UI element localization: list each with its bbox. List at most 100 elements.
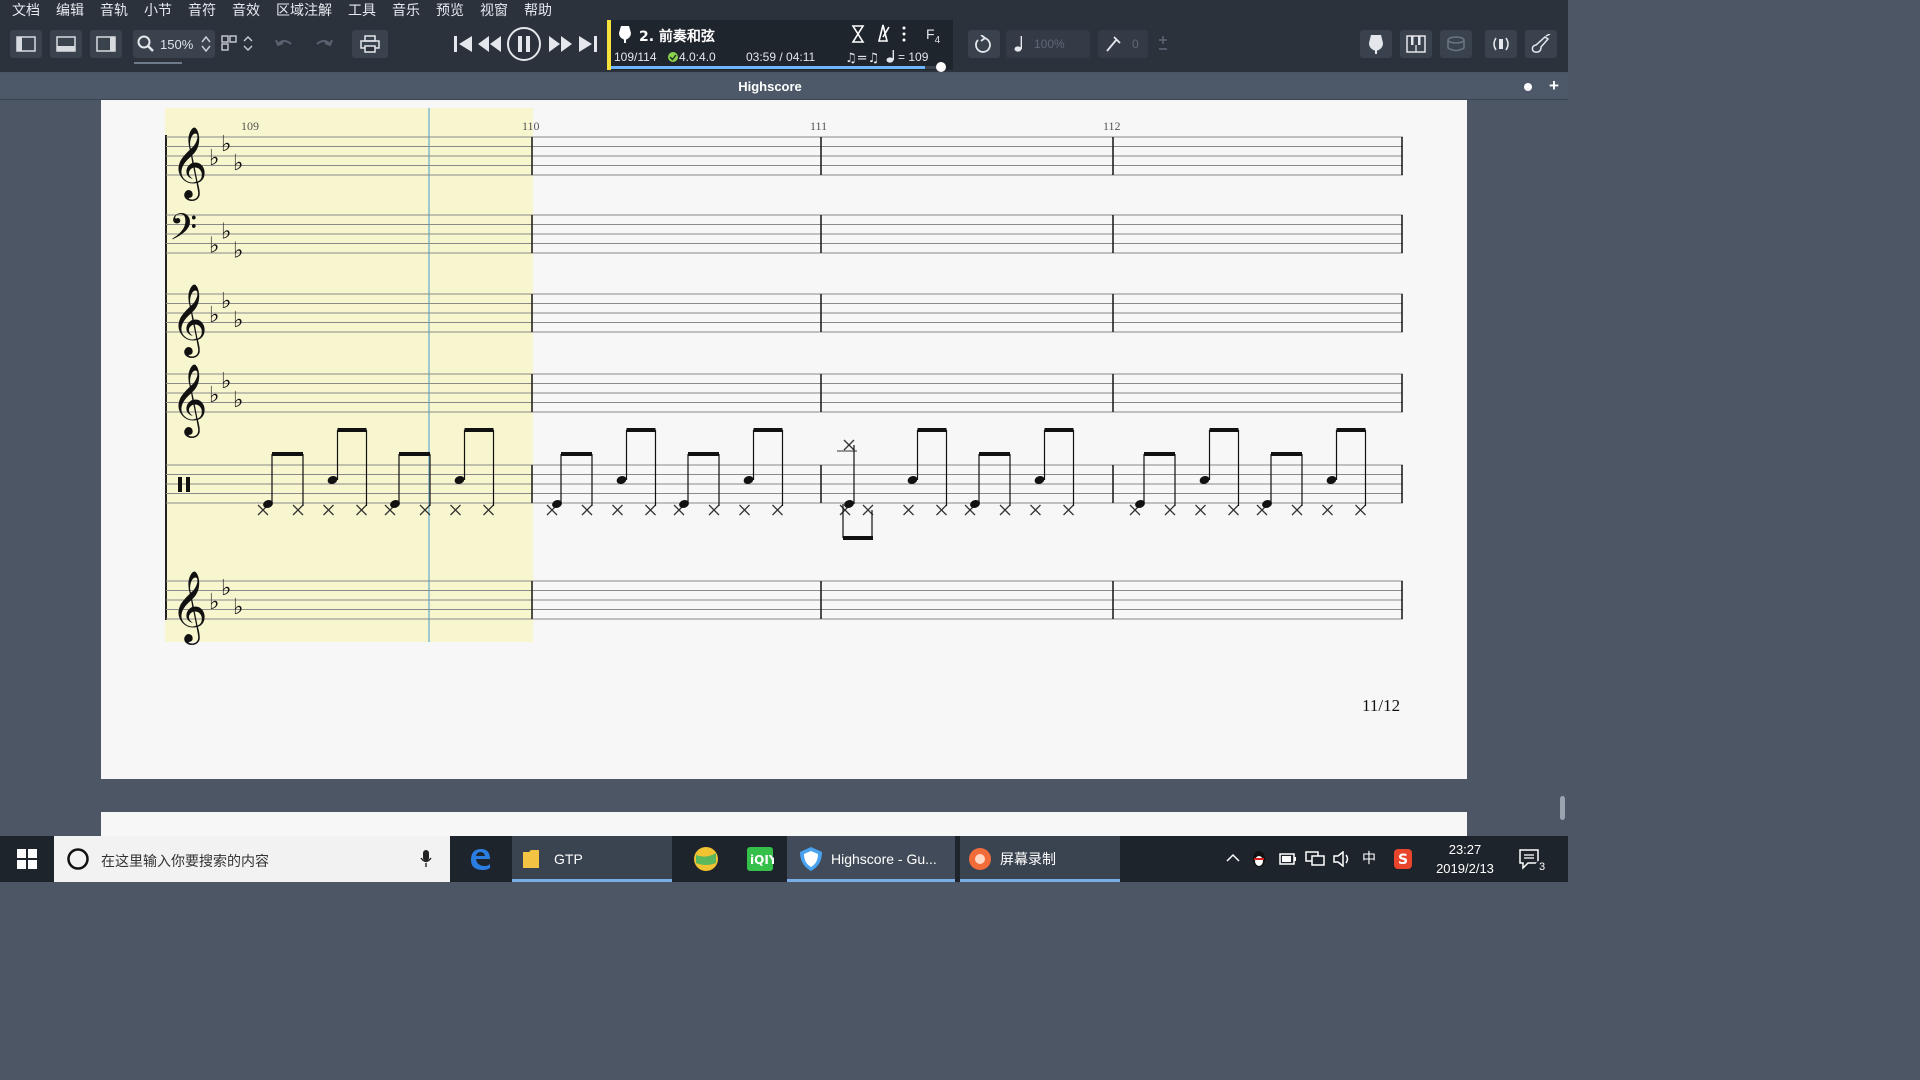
microphone-icon[interactable]	[420, 850, 432, 868]
track-instrument-icon	[619, 26, 631, 43]
cymbal-x-notehead	[645, 504, 656, 516]
cymbal-x-notehead	[739, 504, 750, 516]
menu-help[interactable]: 帮助	[516, 0, 560, 22]
note-beam	[561, 452, 592, 456]
taskbar-screen-recorder[interactable]: 屏幕录制	[960, 836, 1120, 882]
right-panel-toggle-button[interactable]	[90, 30, 122, 58]
windows-taskbar: 在这里输入你要搜索的内容 GTP iQIY Highscore - Gu... …	[0, 836, 1568, 882]
menu-view[interactable]: 预览	[428, 0, 472, 22]
next-score-page[interactable]	[101, 812, 1467, 836]
zoom-stepper-icon[interactable]	[201, 36, 211, 52]
cymbal-x-notehead	[1030, 504, 1041, 516]
drum-view-button[interactable]	[1440, 30, 1472, 58]
menu-note[interactable]: 音符	[180, 0, 224, 22]
system-clock[interactable]: 23:27 2019/2/13	[1426, 840, 1504, 878]
drum-beat-group	[903, 428, 948, 516]
cymbal-x-notehead	[1355, 504, 1366, 516]
lcd-display[interactable]: 2. 前奏和弦 F4 109/114 4.0:4.0 03:59 / 04:11…	[607, 20, 953, 72]
score-workspace[interactable]: 𝄞 ♭ ♭ ♭ 𝄢 ♭ ♭ ♭ 𝄞 ♭ ♭ ♭ 𝄞 ♭ ♭ ♭ 𝄞 ♭ ♭ ♭ 109 110 111 112 11/…	[0, 100, 1568, 836]
go-to-end-button[interactable]	[572, 30, 604, 58]
toolbar: 150% 2. 前奏和弦 F4 109/114 4.0:4.0 03:59 / …	[0, 20, 1568, 72]
triplet-feel-icon[interactable]: ♫=♫	[845, 50, 879, 64]
show-hidden-icons-icon[interactable]	[1226, 853, 1240, 863]
note-beam	[1336, 428, 1366, 432]
bottom-panel-toggle-button[interactable]	[50, 30, 82, 58]
menu-file[interactable]: 文档	[4, 0, 48, 22]
taskbar-app-ball[interactable]	[684, 836, 728, 882]
menu-effects[interactable]: 音效	[224, 0, 268, 22]
note-beam	[979, 452, 1010, 456]
song-progress-bar[interactable]	[611, 66, 941, 69]
taskbar-gtp-folder[interactable]: GTP	[512, 836, 672, 882]
zoom-control[interactable]: 150%	[133, 30, 215, 58]
score-notation[interactable]: 𝄞 ♭♭♭𝄢 ♭♭♭𝄞 ♭♭♭𝄞 ♭♭♭𝄞 ♭♭♭ 109 110 111 112	[101, 100, 1467, 779]
cymbal-x-notehead	[1228, 504, 1239, 516]
menu-bar-measure[interactable]: 小节	[136, 0, 180, 22]
page-layout-button[interactable]	[216, 30, 260, 58]
battery-icon[interactable]	[1279, 851, 1297, 867]
taskbar-iqiyi[interactable]: iQIY	[738, 836, 782, 882]
relative-speed-control[interactable]: 100%	[1006, 30, 1090, 58]
rewind-button[interactable]	[474, 30, 506, 58]
song-progress-handle[interactable]	[936, 62, 946, 72]
left-panel-toggle-button[interactable]	[10, 30, 42, 58]
drum-beat-group	[1322, 428, 1367, 516]
pause-button[interactable]	[506, 26, 542, 62]
more-options-icon[interactable]	[901, 26, 907, 42]
hourglass-icon[interactable]	[851, 25, 865, 43]
start-button[interactable]	[0, 836, 54, 882]
speed-percent: 100%	[1034, 37, 1065, 51]
page-layout-icon	[221, 35, 253, 51]
left-panel-icon	[16, 36, 36, 52]
page-number: 11/12	[1362, 696, 1401, 715]
vertical-scrollbar[interactable]	[1560, 796, 1565, 820]
notification-count: 3	[1535, 860, 1549, 874]
measure-number-110: 110	[522, 119, 540, 133]
menu-edit[interactable]: 编辑	[48, 0, 92, 22]
menu-track[interactable]: 音轨	[92, 0, 136, 22]
zoom-slider-track[interactable]	[134, 62, 182, 64]
cymbal-x-notehead	[581, 504, 593, 516]
drum-beat-group	[1195, 428, 1240, 516]
taskbar-edge[interactable]	[458, 836, 502, 882]
metronome-icon[interactable]	[875, 24, 891, 42]
menu-sound[interactable]: 音乐	[384, 0, 428, 22]
right-panel-icon	[96, 36, 116, 52]
piano-keyboard-icon	[1406, 35, 1426, 53]
undo-button[interactable]	[268, 30, 300, 58]
cymbal-x-notehead	[708, 504, 720, 516]
skip-to-end-icon	[579, 36, 597, 52]
live-view-button[interactable]	[1485, 30, 1517, 58]
print-button[interactable]	[352, 30, 388, 58]
bar-position: 109/114	[614, 50, 657, 64]
document-title[interactable]: Highscore	[0, 79, 1540, 94]
guitar-view-button[interactable]	[1525, 30, 1557, 58]
instrument-view-button[interactable]	[1360, 30, 1392, 58]
score-page[interactable]: 𝄞 ♭ ♭ ♭ 𝄢 ♭ ♭ ♭ 𝄞 ♭ ♭ ♭ 𝄞 ♭ ♭ ♭ 𝄞 ♭ ♭ ♭ 109 110 111 112 11/…	[101, 100, 1467, 779]
taskbar-search[interactable]: 在这里输入你要搜索的内容	[54, 836, 450, 882]
input-method-indicator[interactable]: 中	[1362, 848, 1376, 868]
menu-window[interactable]: 视窗	[472, 0, 516, 22]
note-beam	[272, 452, 303, 456]
new-document-button[interactable]: +	[1549, 76, 1559, 96]
instrument-icon	[1369, 35, 1383, 54]
volume-icon[interactable]	[1333, 851, 1351, 867]
redo-button[interactable]	[308, 30, 340, 58]
running-indicator	[512, 879, 672, 882]
cymbal-x-notehead	[999, 504, 1011, 516]
percussion-clef	[186, 477, 190, 492]
menu-section[interactable]: 区域注解	[268, 0, 340, 22]
qq-penguin-icon[interactable]	[1251, 849, 1267, 869]
tuning-control[interactable]: 0	[1098, 30, 1148, 58]
keyboard-view-button[interactable]	[1400, 30, 1432, 58]
flat-sign: ♭	[221, 219, 231, 244]
note-beam	[917, 428, 947, 432]
sogou-input-icon[interactable]: S	[1393, 848, 1413, 870]
menu-bar: 文档 编辑 音轨 小节 音符 音效 区域注解 工具 音乐 预览 视窗 帮助	[0, 0, 1568, 22]
network-icon[interactable]	[1305, 851, 1325, 867]
loop-button[interactable]	[968, 30, 1000, 58]
menu-tools[interactable]: 工具	[340, 0, 384, 22]
taskbar-highscore-guitar-pro[interactable]: Highscore - Gu...	[787, 836, 955, 882]
drum-beat-group	[739, 428, 784, 516]
tuning-stepper[interactable]	[1154, 30, 1172, 58]
